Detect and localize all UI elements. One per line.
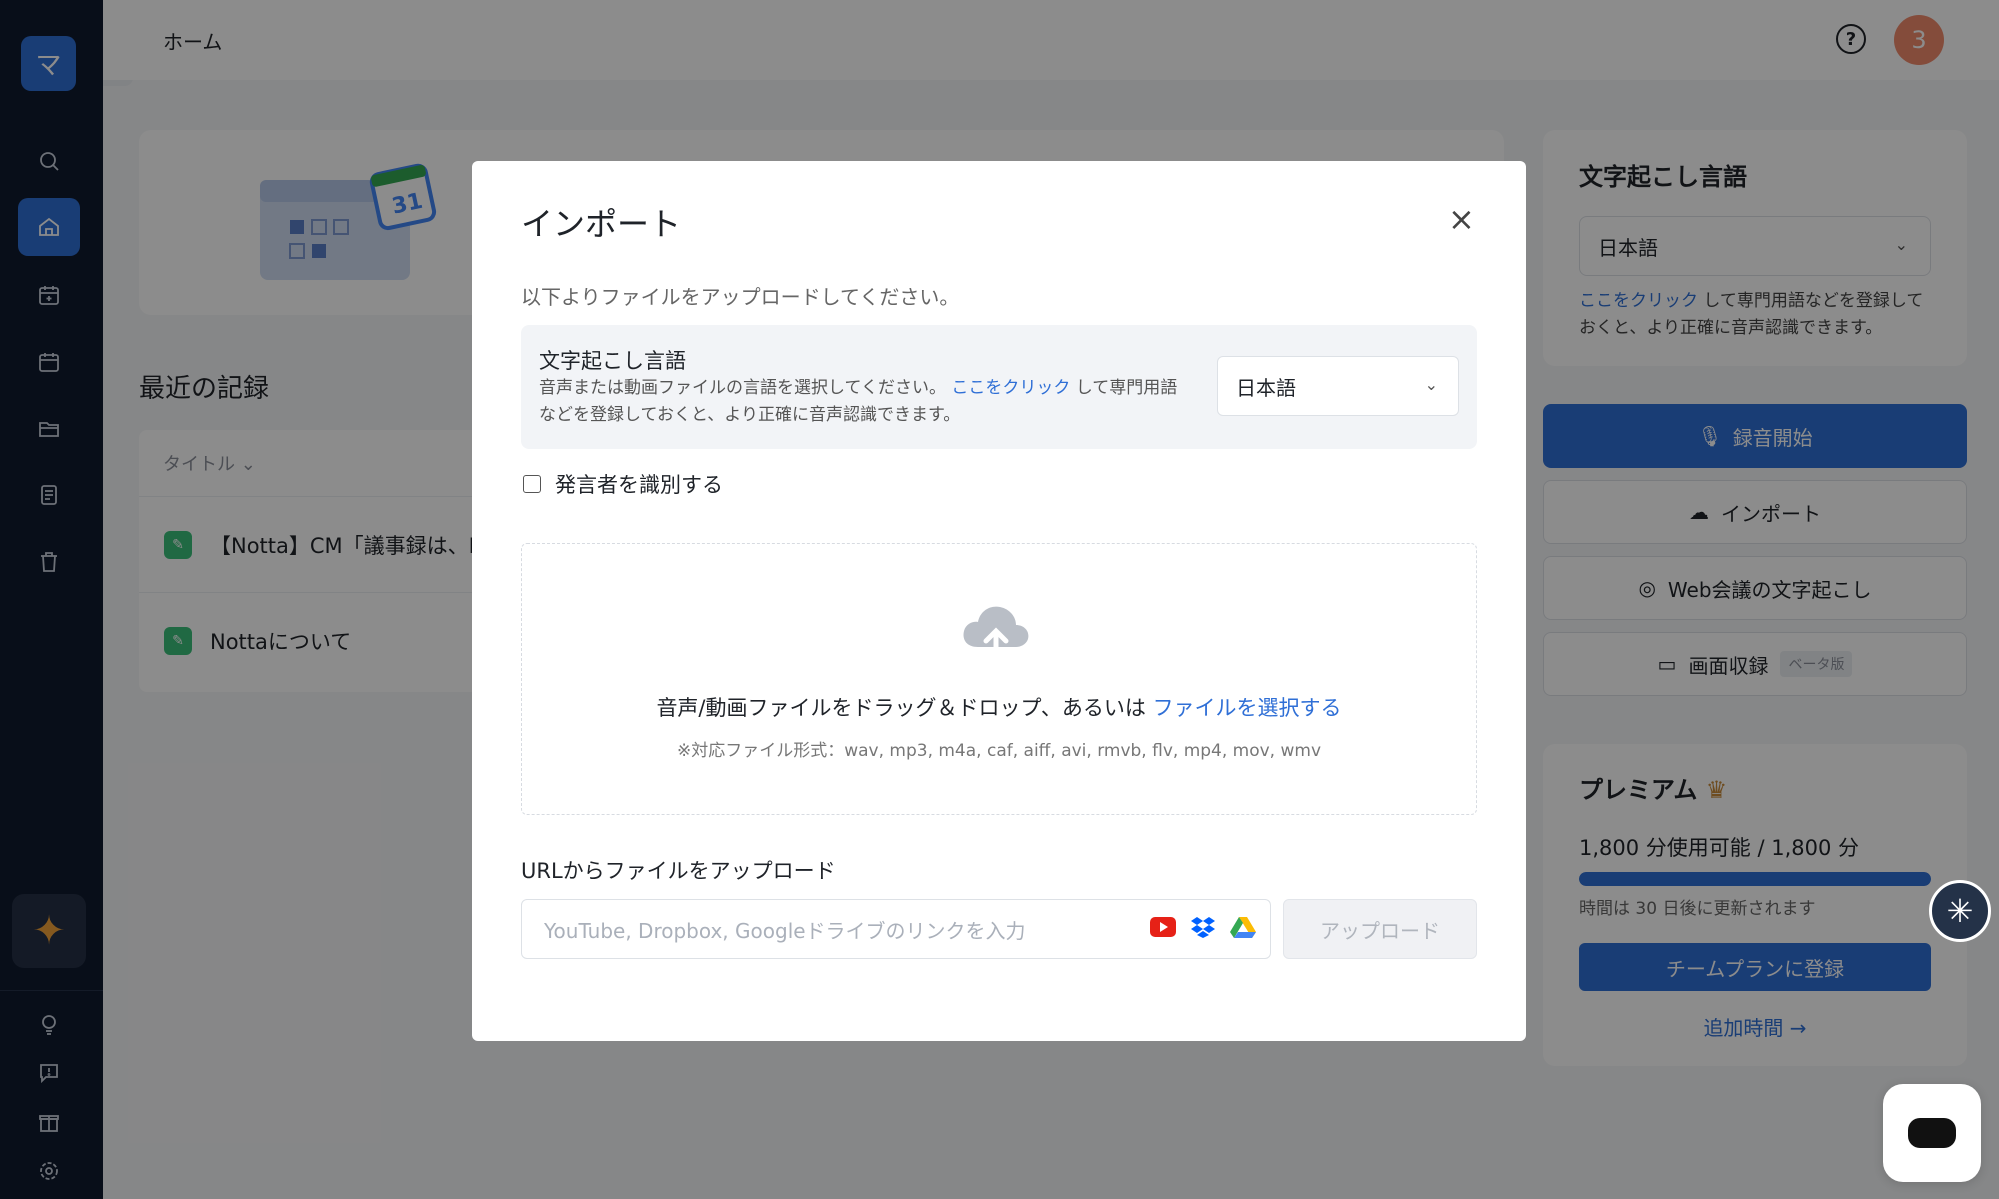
assistant-icon[interactable]: ✳ [1929, 880, 1991, 942]
close-icon[interactable]: × [1448, 203, 1475, 235]
google-drive-icon [1230, 917, 1256, 938]
modal-language-desc: 音声または動画ファイルの言語を選択してください。 ここをクリック して専門用語な… [539, 375, 1179, 429]
chat-bubble-icon [1908, 1118, 1956, 1148]
supported-formats: ※対応ファイル形式：wav, mp3, m4a, caf, aiff, avi,… [676, 741, 1322, 761]
select-file-link[interactable]: ファイルを選択する [1153, 696, 1342, 720]
url-upload-title: URLからファイルをアップロード [521, 859, 836, 883]
modal-language-title: 文字起こし言語 [539, 349, 686, 373]
dropbox-icon [1191, 917, 1215, 938]
cloud-upload-icon [963, 606, 1029, 662]
modal-subtitle: 以下よりファイルをアップロードしてください。 [521, 285, 960, 309]
drop-instructions: 音声/動画ファイルをドラッグ＆ドロップ、あるいは ファイルを選択する [472, 692, 1526, 722]
modal-title: インポート [521, 205, 682, 243]
modal-register-terms-link[interactable]: ここをクリック [951, 378, 1070, 398]
speaker-identify-checkbox[interactable]: 発言者を識別する [523, 469, 723, 499]
import-modal: インポート × 以下よりファイルをアップロードしてください。 文字起こし言語 音… [472, 161, 1526, 1041]
youtube-icon [1150, 917, 1176, 937]
checkbox-box[interactable] [523, 475, 541, 493]
modal-language-select-value: 日本語 [1236, 375, 1296, 400]
speaker-identify-label: 発言者を識別する [555, 473, 723, 497]
url-source-icons [1150, 916, 1256, 938]
url-input-placeholder: YouTube, Dropbox, Googleドライブのリンクを入力 [544, 918, 1026, 943]
file-drop-zone[interactable] [521, 543, 1477, 815]
modal-language-select[interactable]: 日本語 ⌄ [1217, 356, 1459, 416]
modal-language-desc-text: 音声または動画ファイルの言語を選択してください。 [539, 378, 946, 398]
chat-button[interactable] [1883, 1084, 1981, 1182]
drop-instructions-text: 音声/動画ファイルをドラッグ＆ドロップ、あるいは [656, 696, 1153, 720]
upload-button[interactable]: アップロード [1283, 899, 1477, 959]
chevron-down-icon: ⌄ [1424, 375, 1438, 394]
